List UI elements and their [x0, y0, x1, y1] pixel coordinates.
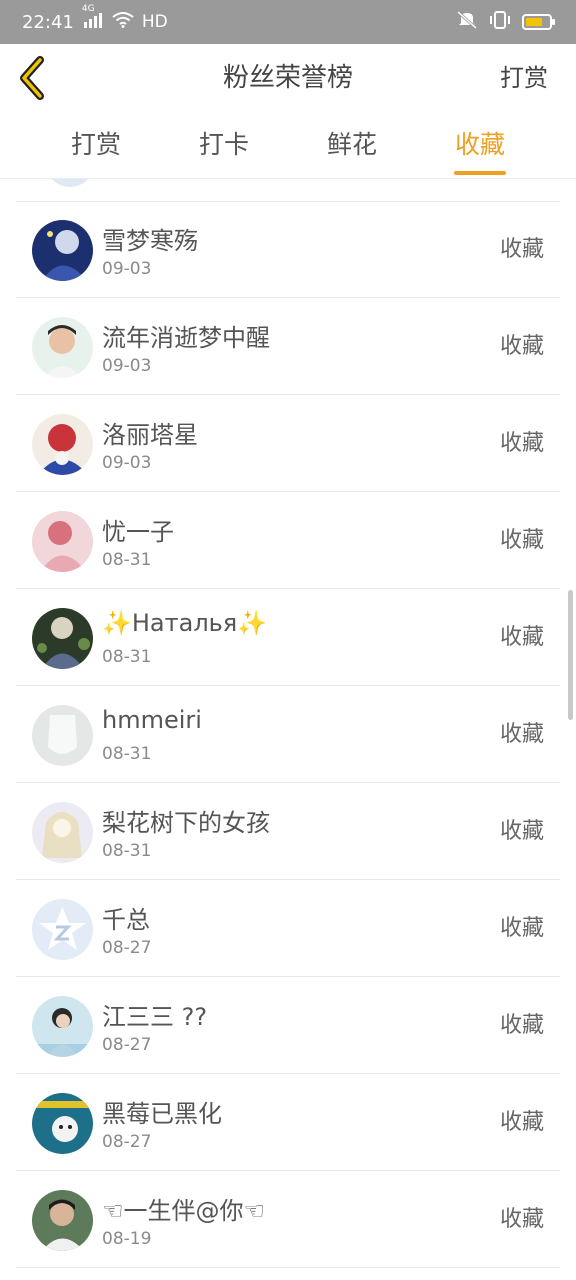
- user-name: 千总: [102, 906, 150, 934]
- item-action: 收藏: [499, 916, 544, 941]
- item-action: 收藏: [499, 1110, 544, 1135]
- battery-icon: [522, 14, 555, 30]
- avatar: [46, 179, 94, 187]
- vibrate-icon: [488, 10, 512, 34]
- list-item[interactable]: 千总 08-27 收藏: [16, 880, 560, 977]
- list-item[interactable]: 洛丽塔星 09-03 收藏: [16, 395, 560, 492]
- item-action: 收藏: [499, 1207, 544, 1232]
- battery-level: [526, 18, 542, 26]
- avatar[interactable]: [32, 1190, 93, 1251]
- avatar[interactable]: [32, 899, 93, 960]
- user-name: hmmeiri: [102, 706, 202, 734]
- item-date: 09-03: [102, 356, 152, 376]
- page-title: 粉丝荣誉榜: [222, 63, 353, 93]
- item-action: 收藏: [499, 431, 544, 456]
- list-item[interactable]: 黑莓已黑化 08-27 收藏: [16, 1074, 560, 1171]
- status-time: 22:41: [22, 11, 74, 33]
- scrollbar[interactable]: [568, 590, 573, 720]
- item-action: 收藏: [499, 722, 544, 747]
- user-name: ✨Наталья✨: [102, 609, 268, 637]
- avatar[interactable]: [32, 220, 93, 281]
- item-date: 09-03: [102, 453, 152, 473]
- item-date: 09-03: [102, 259, 152, 279]
- nav-bar: 粉丝荣誉榜 打赏: [0, 44, 576, 113]
- item-date: 08-19: [102, 1229, 152, 1249]
- item-action: 收藏: [499, 625, 544, 650]
- item-action: 收藏: [499, 334, 544, 359]
- item-date: 08-31: [102, 647, 152, 667]
- list-item-partial: [16, 179, 560, 202]
- avatar[interactable]: [32, 511, 93, 572]
- tab-flowers[interactable]: 鲜花: [288, 112, 416, 178]
- tab-bar: 打赏 打卡 鲜花 收藏: [0, 112, 576, 179]
- hd-label: HD: [141, 12, 168, 32]
- avatar[interactable]: [32, 1093, 93, 1154]
- avatar[interactable]: [32, 608, 93, 669]
- user-name: 流年消逝梦中醒: [102, 324, 270, 352]
- list-item[interactable]: ✨Наталья✨ 08-31 收藏: [16, 589, 560, 686]
- chevron-left-icon: [20, 56, 44, 100]
- item-action: 收藏: [499, 528, 544, 553]
- avatar[interactable]: [32, 317, 93, 378]
- user-name: ☜一生伴@你☜: [102, 1197, 266, 1225]
- signal-icon: 4G: [82, 4, 104, 32]
- network-type: 4G: [81, 4, 95, 14]
- user-name: 忧一子: [102, 518, 174, 546]
- wifi-icon: [112, 11, 134, 33]
- reward-button[interactable]: 打赏: [500, 44, 548, 112]
- mute-vibrate-icon: [456, 10, 478, 34]
- list-item[interactable]: 雪梦寒殇 09-03 收藏: [16, 201, 560, 298]
- tab-checkin[interactable]: 打卡: [160, 112, 288, 178]
- list-item[interactable]: hmmeiri 08-31 收藏: [16, 686, 560, 783]
- list-item[interactable]: 梨花树下的女孩 08-31 收藏: [16, 783, 560, 880]
- list-item[interactable]: 江三三 ?? 08-27 收藏: [16, 977, 560, 1074]
- list-item[interactable]: 流年消逝梦中醒 09-03 收藏: [16, 298, 560, 395]
- item-date: 08-31: [102, 841, 152, 861]
- status-right: [456, 10, 555, 34]
- avatar[interactable]: [32, 802, 93, 863]
- item-date: 08-27: [102, 1132, 152, 1152]
- tab-reward[interactable]: 打赏: [32, 112, 160, 178]
- avatar[interactable]: [32, 414, 93, 475]
- item-action: 收藏: [499, 237, 544, 262]
- item-date: 08-27: [102, 1035, 152, 1055]
- tab-favorites[interactable]: 收藏: [416, 112, 544, 178]
- item-date: 08-31: [102, 744, 152, 764]
- user-name: 雪梦寒殇: [102, 227, 198, 255]
- list-item[interactable]: 忧一子 08-31 收藏: [16, 492, 560, 589]
- fan-list: 雪梦寒殇 09-03 收藏 流年消逝梦中醒 09-03 收藏 洛丽塔星 09-0…: [0, 179, 576, 1280]
- avatar[interactable]: [32, 996, 93, 1057]
- avatar[interactable]: [32, 705, 93, 766]
- user-name: 梨花树下的女孩: [102, 809, 270, 837]
- item-action: 收藏: [499, 819, 544, 844]
- user-name: 江三三 ??: [102, 1003, 208, 1031]
- item-date: 08-27: [102, 938, 152, 958]
- user-name: 洛丽塔星: [102, 421, 198, 449]
- user-name: 黑莓已黑化: [102, 1100, 222, 1128]
- status-bar: 22:41 4G HD: [0, 0, 576, 44]
- item-action: 收藏: [499, 1013, 544, 1038]
- status-left: 22:41 4G HD: [22, 4, 168, 33]
- back-button[interactable]: [14, 56, 54, 100]
- list-item[interactable]: ☜一生伴@你☜ 08-19 收藏: [16, 1171, 560, 1268]
- item-date: 08-31: [102, 550, 152, 570]
